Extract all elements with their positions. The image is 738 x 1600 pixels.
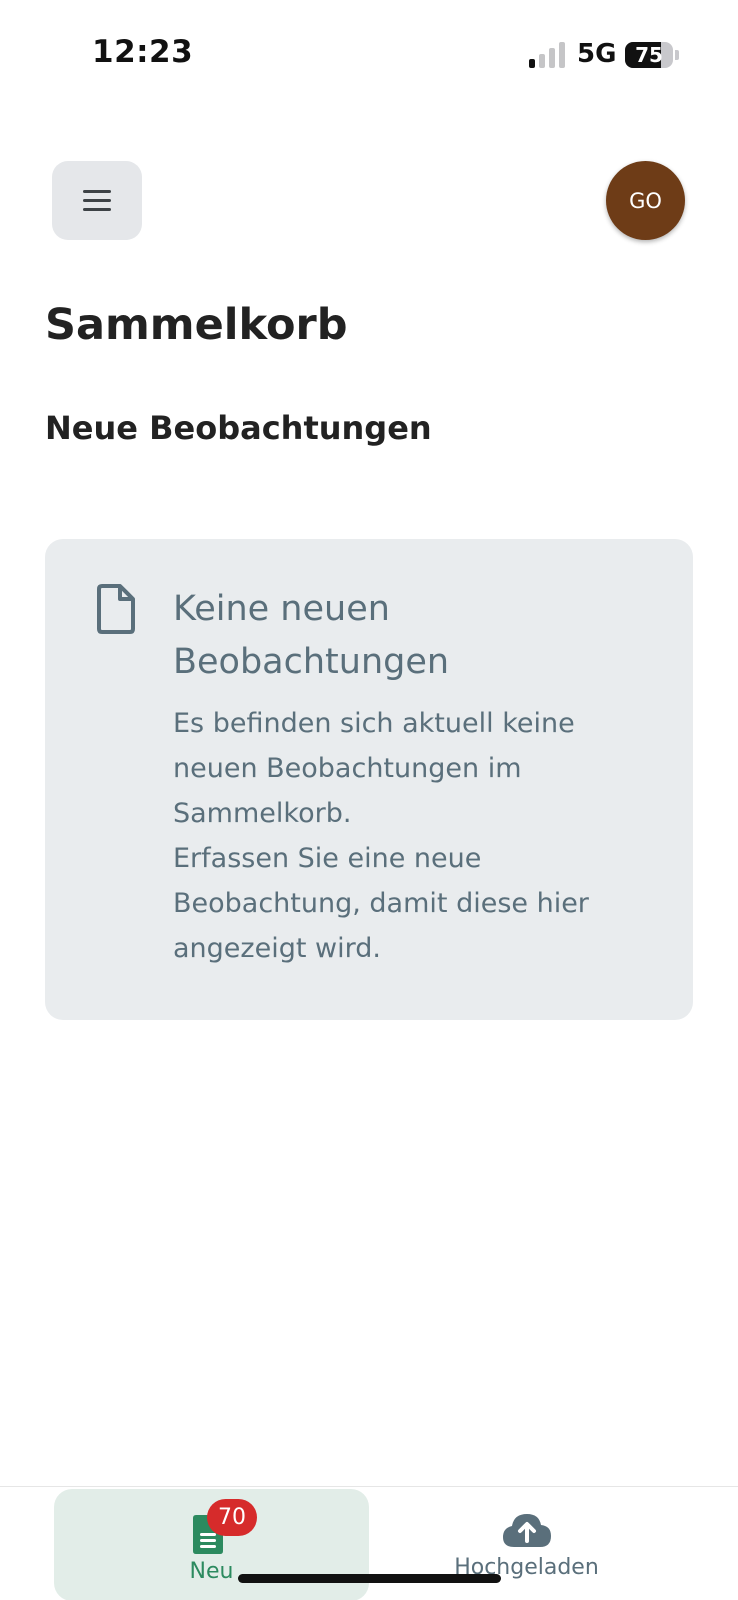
status-bar: 12:23 5G 75: [0, 0, 738, 110]
signal-strength-icon: [529, 42, 567, 68]
section-title: Neue Beobachtungen: [45, 409, 432, 447]
nav-badge-count: 70: [207, 1499, 257, 1536]
battery-icon: 75: [625, 42, 673, 68]
cloud-upload-icon: [503, 1514, 551, 1547]
page-title: Sammelkorb: [45, 300, 348, 350]
hamburger-menu-icon: [83, 189, 111, 212]
document-icon: [97, 584, 135, 634]
empty-state-heading: Keine neuen Beobachtungen: [173, 589, 450, 682]
status-time: 12:23: [92, 34, 194, 70]
avatar[interactable]: GO: [606, 161, 685, 240]
nav-item-neu[interactable]: 70 Neu: [54, 1489, 369, 1600]
menu-button[interactable]: [52, 161, 142, 240]
empty-state-text-line: Es befinden sich aktuell keine neuen Beo…: [173, 708, 575, 829]
empty-state-card: Keine neuen Beobachtungen Es befinden si…: [45, 539, 693, 1020]
battery-level: 75: [635, 43, 663, 67]
empty-state-text-line: Erfassen Sie eine neue Beobachtung, dami…: [173, 843, 589, 964]
battery-cap: [675, 50, 679, 60]
avatar-initials: GO: [629, 188, 662, 213]
nav-item-hochgeladen[interactable]: Hochgeladen: [369, 1489, 684, 1600]
network-type: 5G: [577, 39, 617, 69]
empty-state-text: Es befinden sich aktuell keine neuen Beo…: [173, 701, 663, 971]
home-indicator: [238, 1574, 501, 1583]
